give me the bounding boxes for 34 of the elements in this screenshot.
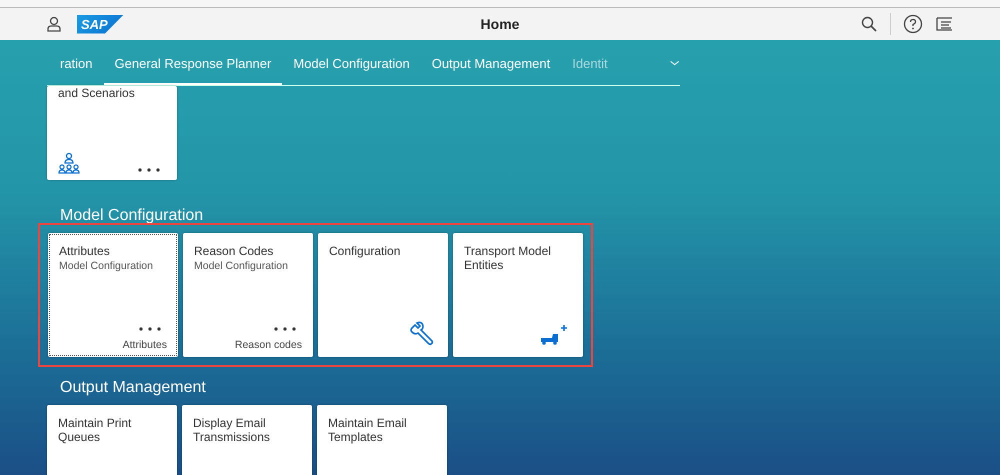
- page-title: Home: [480, 16, 520, 32]
- logo[interactable]: SAP: [77, 14, 124, 34]
- more-icon[interactable]: [138, 168, 160, 172]
- tile-subtitle: Model Configuration: [59, 260, 154, 272]
- user-icon[interactable]: [45, 15, 63, 33]
- tile-title: Maintain Email Templates: [328, 416, 408, 444]
- app-tile[interactable]: Attributes Model Configuration Attributes: [48, 233, 178, 357]
- app-tile[interactable]: Maintain Print Queues: [47, 405, 177, 475]
- section-title: Output Management: [60, 379, 207, 397]
- tile-title: Display Email Transmissions: [193, 416, 271, 444]
- tile-footer: Reason codes: [194, 339, 302, 351]
- tile-title: Attributes: [59, 244, 111, 258]
- notifications-icon[interactable]: [935, 16, 955, 32]
- tile-title: Reason Codes: [194, 244, 274, 258]
- app-tile[interactable]: Reason Codes Model Configuration Reason codes: [183, 233, 313, 357]
- truck-icon: [540, 323, 570, 347]
- search-icon[interactable]: [860, 15, 878, 33]
- app-tile[interactable]: Maintain Email Templates: [317, 405, 447, 475]
- more-icon[interactable]: [274, 327, 296, 331]
- tile-title: Configuration: [329, 244, 402, 258]
- people-icon: [58, 152, 80, 174]
- app-tile[interactable]: Transport Model Entities: [453, 233, 583, 357]
- tile-footer: Attributes: [59, 339, 167, 351]
- tile-title: Transport Model Entities: [464, 244, 552, 272]
- tile-subtitle: Model Configuration: [194, 260, 289, 272]
- tile-title: Maintain Print Queues: [58, 416, 132, 444]
- help-icon[interactable]: [903, 14, 923, 34]
- tile-title: and Scenarios: [58, 86, 136, 100]
- app-tile[interactable]: Display Email Transmissions: [182, 405, 312, 475]
- app-tile[interactable]: Configuration: [318, 233, 448, 357]
- section-title: Model Configuration: [60, 207, 204, 225]
- more-icon[interactable]: [139, 327, 161, 331]
- wrench-icon: [409, 321, 435, 347]
- app-tile[interactable]: and Scenarios: [47, 86, 177, 180]
